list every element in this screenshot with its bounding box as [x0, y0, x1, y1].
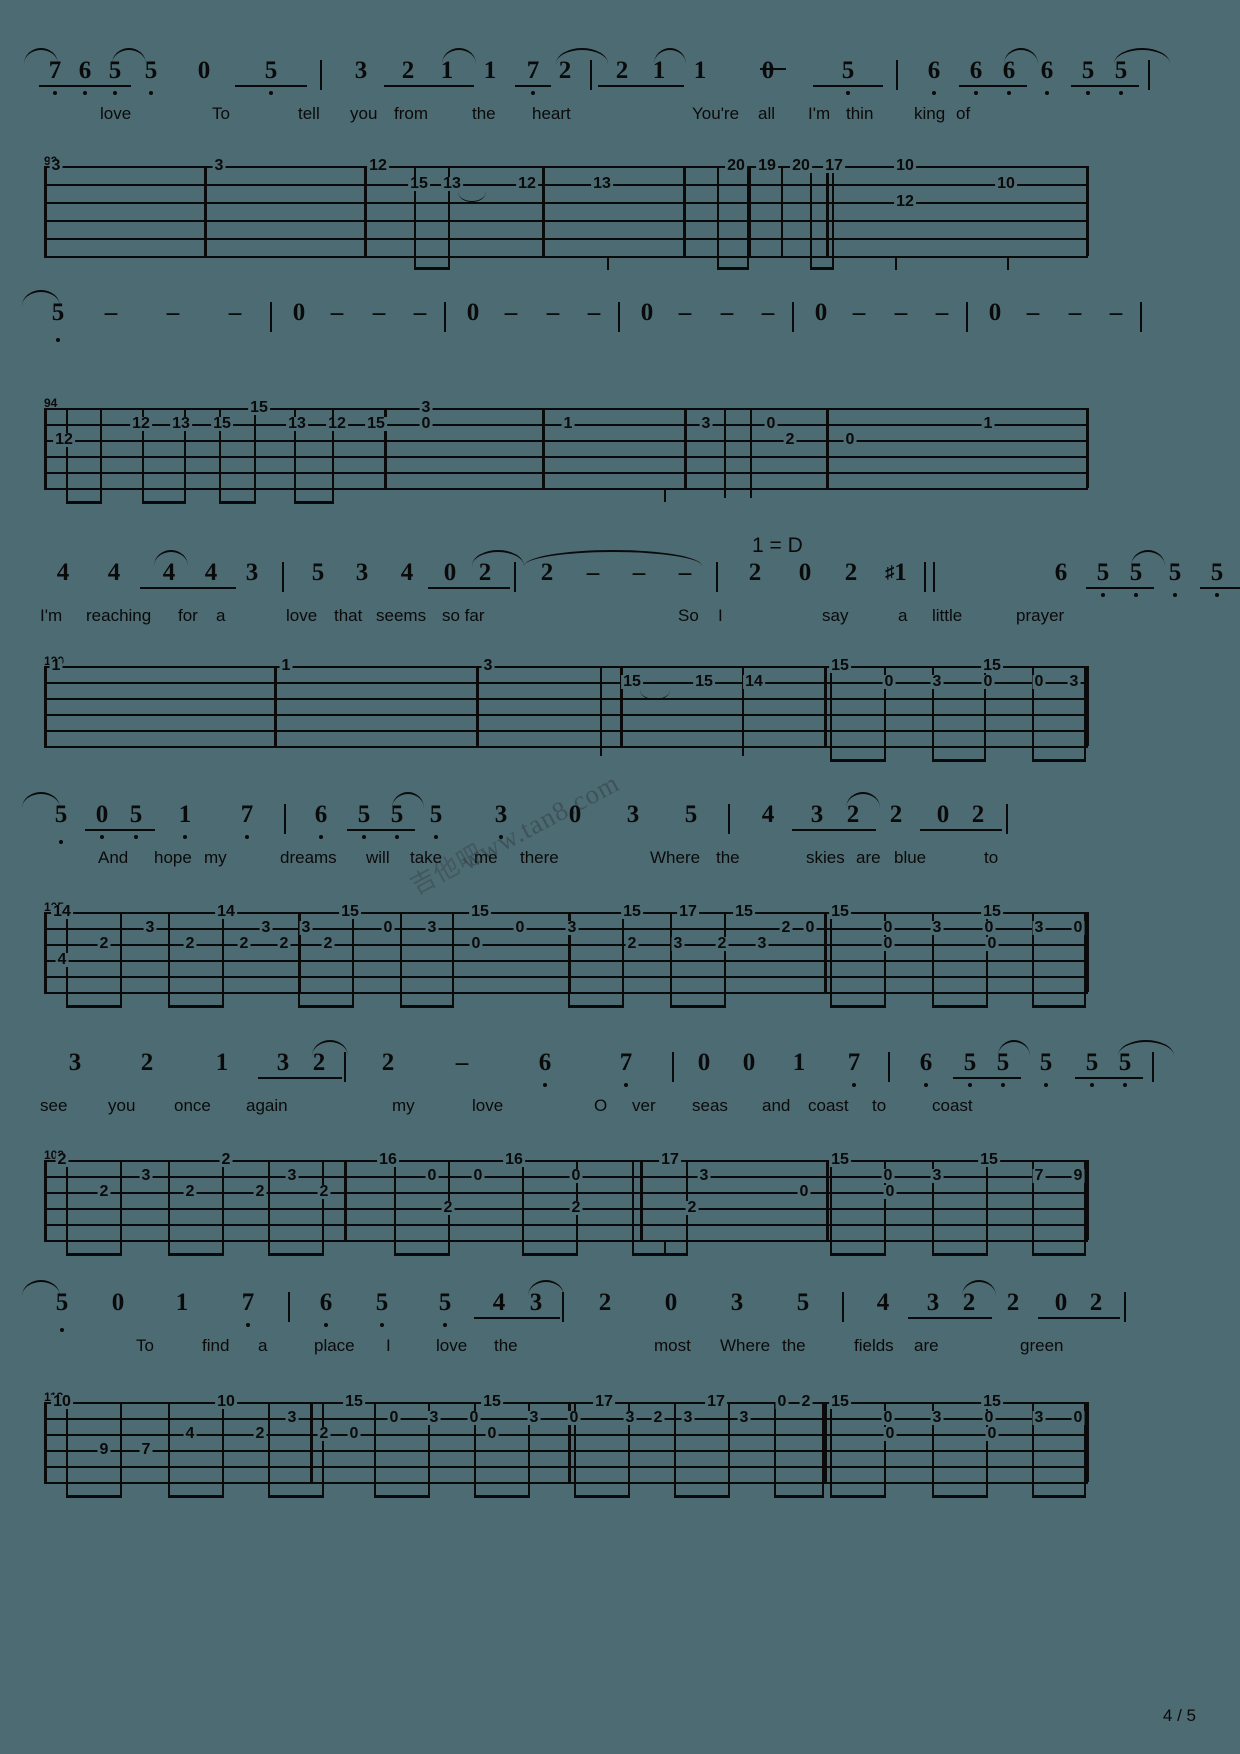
tab-system-109: 109 2 2 3 2 2 2 3 2 16 0 2 16 0 0 2 17 3… — [44, 1148, 1089, 1256]
tab-system-113: 113 10 9 7 4 10 2 3 2 15 0 0 3 0 1 — [44, 1390, 1089, 1498]
tab-system-100: 100 1 1 3 15 15 14 15 0 3 0 15 0 — [44, 654, 1089, 762]
page-number: 4 / 5 — [1162, 1706, 1196, 1725]
lyrics-row-6: To find a place Ilove the most Where the fields ar… — [136, 1336, 1064, 1355]
lyrics-row-3: I'm reaching for a love that seems so far So Isay… — [40, 606, 1065, 625]
notation-row-2: 5 – – – 0– – – 0– – – 0– – – 0– – – 0– – – — [22, 290, 1142, 370]
lyrics-row-1: love To tell you from the heart You're all I'm thi… — [100, 104, 971, 123]
tab-system-90: 90 3 3 12 15 13 12 13 — [44, 154, 1089, 270]
lyrics-row-4: And hope my dreams will take me there Where the sk… — [98, 848, 999, 867]
tab-system-94: 94 12 12 13 15 15 13 12 15 3 0 1 3 0 2 0… — [44, 396, 1089, 504]
lyrics-row-5: see you once again my love Over seas and coast to c… — [40, 1096, 973, 1115]
tab-system-105: 105 14 4 2 3 2 14 3 2 2 3 2 15 0 3 — [44, 900, 1089, 1008]
sheet-music-page: 吉他吧 www.tan8.com 7655 0 5 3 211 72 211 0… — [0, 0, 1240, 1754]
key-marking: 1 = D — [752, 534, 803, 557]
